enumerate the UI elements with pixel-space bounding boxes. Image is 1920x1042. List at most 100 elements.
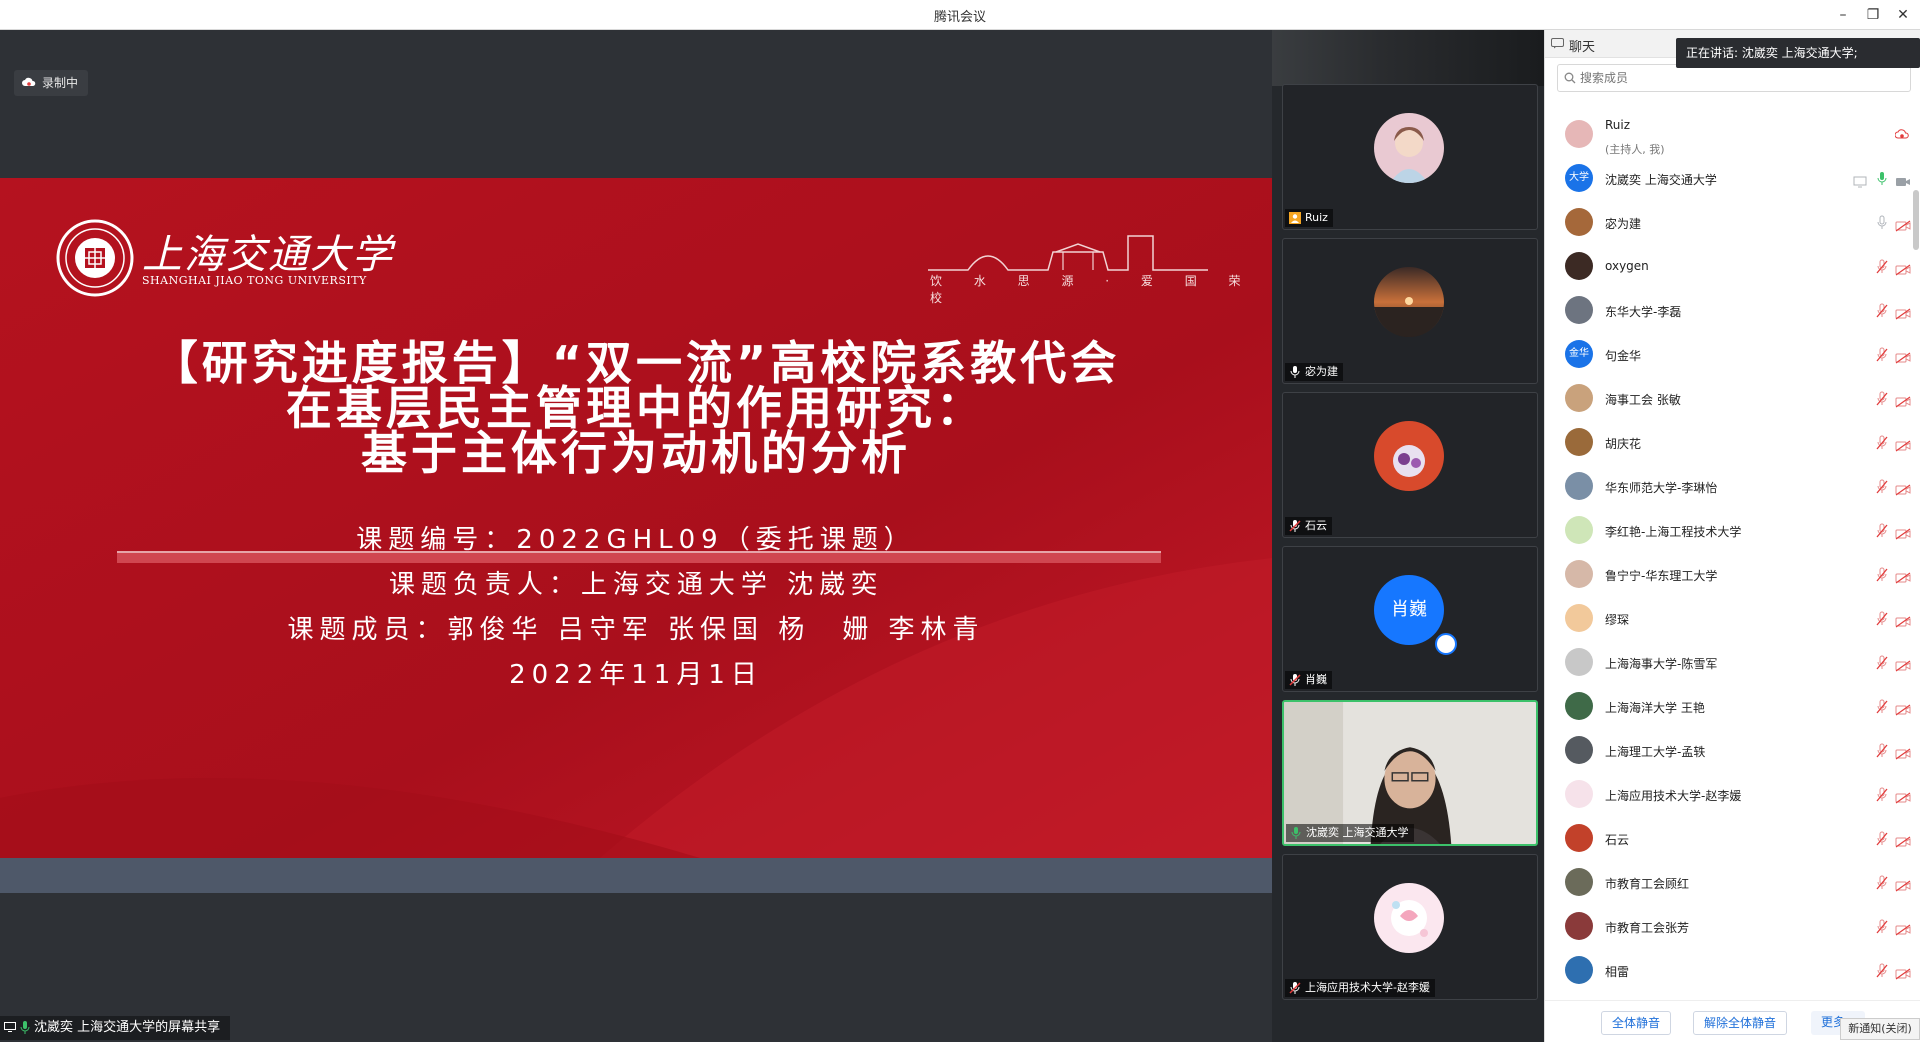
member-row[interactable]: 上海应用技术大学-赵李媛	[1545, 772, 1920, 816]
video-tile[interactable]: 宓为建	[1282, 238, 1538, 384]
mic-muted-icon[interactable]	[1875, 435, 1889, 451]
member-row[interactable]: 上海海事大学-陈雪军	[1545, 640, 1920, 684]
cloud-record-icon	[22, 77, 36, 86]
mic-muted-icon[interactable]	[1875, 347, 1889, 363]
camera-off-icon[interactable]	[1895, 701, 1911, 716]
project-members: 课题成员：郭俊华 吕守军 张保国 杨 姗 李林青	[287, 615, 985, 645]
member-name: 市教育工会张芳	[1605, 921, 1690, 935]
member-row[interactable]: 胡庆花	[1545, 420, 1920, 464]
video-tile[interactable]: 石云	[1282, 392, 1538, 538]
member-row[interactable]: 市教育工会张芳	[1545, 904, 1920, 948]
camera-off-icon[interactable]	[1895, 921, 1911, 936]
camera-off-icon[interactable]	[1895, 217, 1911, 232]
member-row[interactable]: 金华 句金华	[1545, 332, 1920, 376]
mic-muted-icon[interactable]	[1875, 831, 1889, 847]
speaking-indicator: 正在讲话: 沈崴奕 上海交通大学;	[1676, 38, 1920, 68]
avatar	[1374, 267, 1444, 337]
camera-off-icon[interactable]	[1895, 613, 1911, 628]
recording-indicator[interactable]: 录制中	[14, 70, 89, 96]
mic-muted-icon[interactable]	[1875, 259, 1889, 275]
camera-off-icon[interactable]	[1895, 657, 1911, 672]
mic-muted-icon[interactable]	[1875, 479, 1889, 495]
member-row[interactable]: 大学 沈崴奕 上海交通大学	[1545, 156, 1920, 200]
member-name: 李红艳-上海工程技术大学	[1605, 525, 1742, 539]
close-button[interactable]: ✕	[1892, 4, 1914, 26]
mic-muted-icon[interactable]	[1875, 787, 1889, 803]
member-row[interactable]: 石云	[1545, 816, 1920, 860]
member-row[interactable]: Ruiz (主持人, 我)	[1545, 112, 1920, 156]
avatar	[1565, 296, 1593, 324]
mic-muted-icon[interactable]	[1875, 743, 1889, 759]
camera-off-icon[interactable]	[1895, 569, 1911, 584]
search-input[interactable]	[1580, 68, 1900, 88]
unmute-all-button[interactable]: 解除全体静音	[1693, 1011, 1788, 1035]
camera-off-icon[interactable]	[1895, 789, 1911, 804]
mic-muted-icon[interactable]	[1875, 963, 1889, 979]
camera-off-icon[interactable]	[1895, 437, 1911, 452]
member-name: 缪琛	[1605, 613, 1630, 627]
member-row[interactable]: 东华大学-李磊	[1545, 288, 1920, 332]
video-tile[interactable]: 上海应用技术大学-赵李媛	[1282, 854, 1538, 1000]
university-name-en: SHANGHAI JIAO TONG UNIVERSITY	[142, 274, 367, 287]
camera-off-icon[interactable]	[1895, 525, 1911, 540]
member-row[interactable]: 上海海洋大学 王艳	[1545, 684, 1920, 728]
mic-muted-icon[interactable]	[1875, 523, 1889, 539]
video-gallery-header	[1272, 30, 1544, 86]
mute-all-button[interactable]: 全体静音	[1601, 1011, 1672, 1035]
avatar	[1565, 912, 1593, 940]
member-search[interactable]	[1557, 64, 1911, 92]
mic-muted-icon[interactable]	[1875, 919, 1889, 935]
mic-muted-icon[interactable]	[1875, 611, 1889, 627]
mic-muted-icon[interactable]	[1875, 875, 1889, 891]
mic-on-icon[interactable]	[1875, 171, 1889, 187]
member-name: Ruiz	[1605, 118, 1631, 132]
avatar	[1565, 824, 1593, 852]
mic-idle-icon[interactable]	[1875, 215, 1889, 231]
mic-muted-icon[interactable]	[1875, 391, 1889, 407]
member-row[interactable]: 宓为建	[1545, 200, 1920, 244]
camera-off-icon[interactable]	[1895, 965, 1911, 980]
member-row[interactable]: 缪琛	[1545, 596, 1920, 640]
camera-off-icon[interactable]	[1895, 745, 1911, 760]
presentation-slide: 上海交通大学 SHANGHAI JIAO TONG UNIVERSITY 饮 水…	[0, 178, 1272, 858]
new-notice-close[interactable]: 新通知(关闭)	[1840, 1018, 1920, 1040]
minimize-button[interactable]: –	[1832, 4, 1854, 26]
recording-icon	[1894, 127, 1909, 141]
member-row[interactable]: 海事工会 张敏	[1545, 376, 1920, 420]
video-tile-active-speaker[interactable]: 沈崴奕 上海交通大学	[1282, 700, 1538, 846]
camera-off-icon[interactable]	[1895, 833, 1911, 848]
member-name: 胡庆花	[1605, 437, 1642, 451]
camera-off-icon[interactable]	[1895, 481, 1911, 496]
member-row[interactable]: 相雷	[1545, 948, 1920, 992]
slide-bottom-band	[0, 858, 1272, 893]
camera-on-icon[interactable]	[1895, 173, 1911, 186]
user-avatar-icon	[1289, 212, 1301, 224]
camera-off-icon[interactable]	[1895, 393, 1911, 408]
avatar	[1565, 736, 1593, 764]
camera-off-icon[interactable]	[1895, 877, 1911, 892]
video-tile[interactable]: 肖巍 肖巍	[1282, 546, 1538, 692]
member-row[interactable]: 市教育工会顾红	[1545, 860, 1920, 904]
mic-muted-icon[interactable]	[1875, 567, 1889, 583]
member-row[interactable]: oxygen	[1545, 244, 1920, 288]
mic-muted-icon[interactable]	[1875, 303, 1889, 319]
camera-off-icon[interactable]	[1895, 261, 1911, 276]
mic-muted-icon[interactable]	[1875, 655, 1889, 671]
restore-button[interactable]: ❐	[1862, 4, 1884, 26]
member-name: 宓为建	[1605, 217, 1642, 231]
camera-off-icon[interactable]	[1895, 349, 1911, 364]
scrollbar[interactable]	[1913, 190, 1919, 250]
video-tile[interactable]: Ruiz	[1282, 84, 1538, 230]
chat-tab[interactable]: 聊天	[1569, 36, 1595, 55]
badge-icon	[1435, 633, 1457, 655]
member-row[interactable]: 华东师范大学-李琳怡	[1545, 464, 1920, 508]
camera-off-icon[interactable]	[1895, 305, 1911, 320]
avatar	[1565, 868, 1593, 896]
avatar	[1565, 516, 1593, 544]
mic-muted-icon	[1289, 520, 1301, 532]
avatar	[1565, 692, 1593, 720]
member-row[interactable]: 鲁宁宁-华东理工大学	[1545, 552, 1920, 596]
member-row[interactable]: 上海理工大学-孟轶	[1545, 728, 1920, 772]
member-row[interactable]: 李红艳-上海工程技术大学	[1545, 508, 1920, 552]
mic-muted-icon[interactable]	[1875, 699, 1889, 715]
